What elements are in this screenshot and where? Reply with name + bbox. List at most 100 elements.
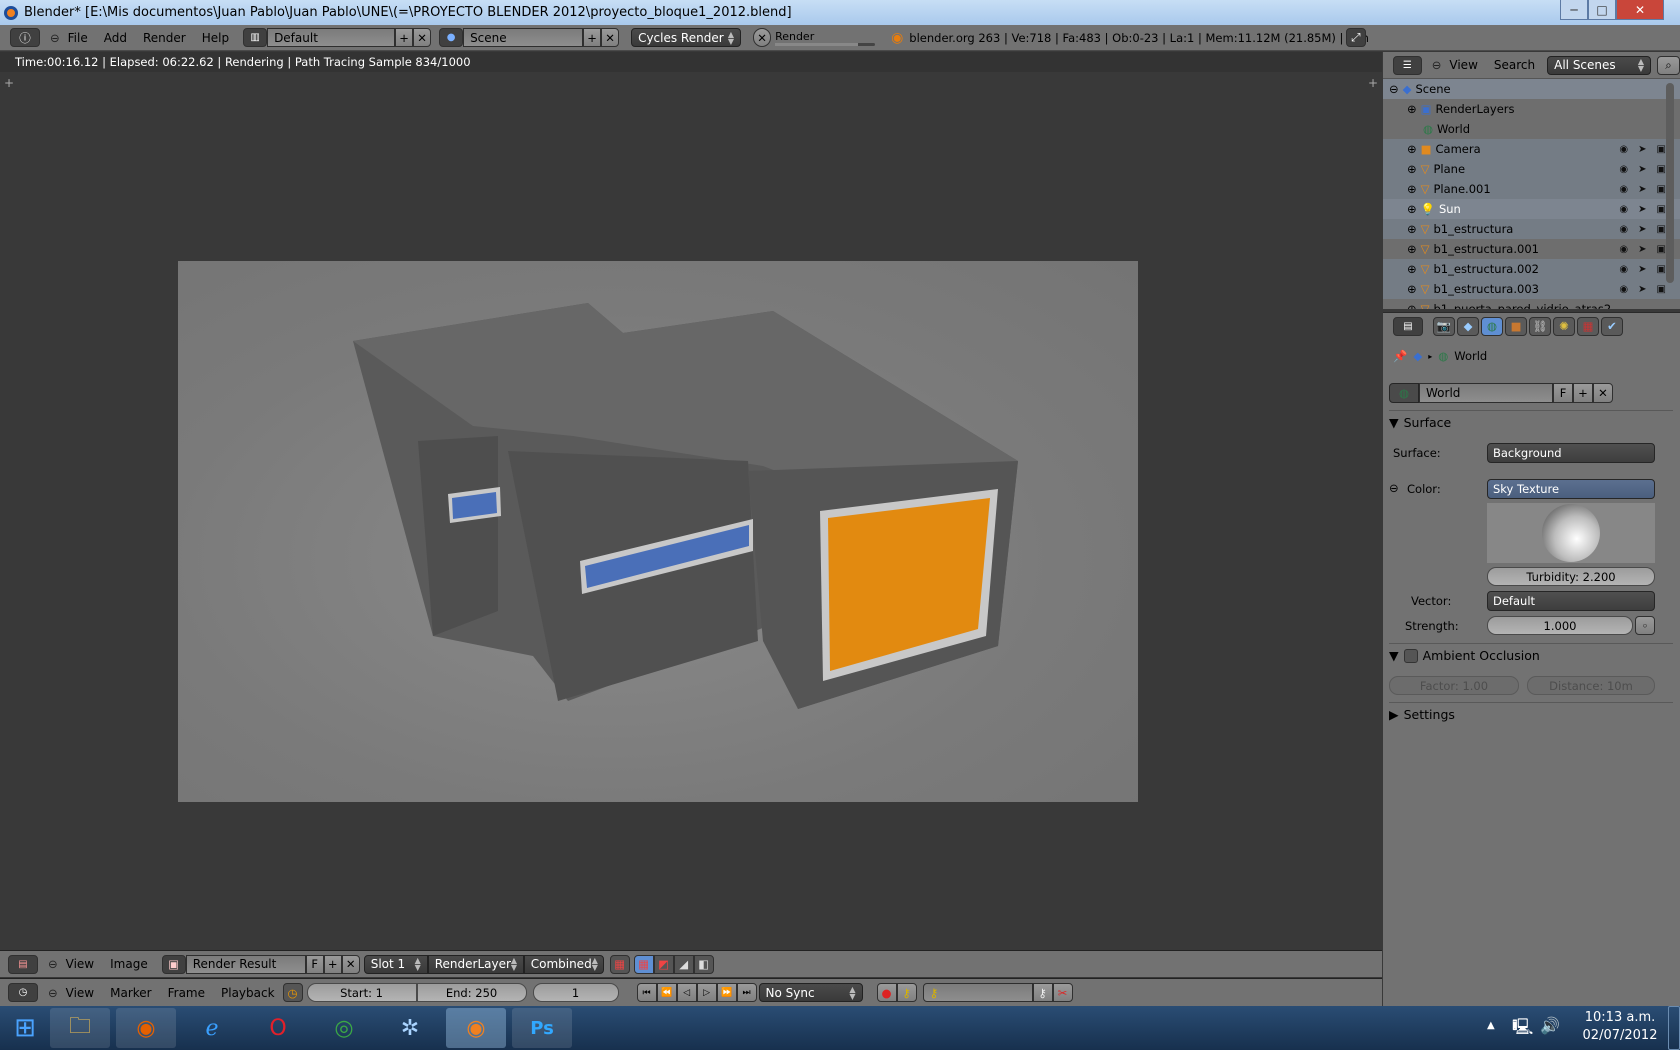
expand-icon[interactable]: ⊕ (1407, 102, 1417, 116)
collapse-menu-icon[interactable]: ⊖ (1432, 58, 1442, 72)
jump-end-icon[interactable]: ⏭ (736, 983, 757, 1002)
world-context-icon[interactable]: ◍ (1481, 316, 1503, 336)
render-pass-dropdown[interactable]: Combined ▲ ▼ (523, 954, 604, 974)
strength-socket-button[interactable]: ◦ (1635, 616, 1655, 635)
expand-icon[interactable]: ⊕ (1407, 202, 1417, 216)
editor-type-timeline-button[interactable]: ◷ (8, 983, 38, 1002)
strength-slider[interactable]: 1.000 (1487, 616, 1633, 635)
outliner-item[interactable]: ⊕ ▽ b1_estructura.001 ◉ ➤ ▣ (1383, 239, 1680, 259)
render-layer-dropdown[interactable]: RenderLayer ▲ ▼ (427, 954, 524, 974)
scene-icon[interactable]: ● (439, 28, 464, 47)
image-fake-user-button[interactable]: F (305, 954, 324, 974)
minimize-button[interactable]: ─ (1560, 0, 1588, 20)
visibility-eye-icon[interactable]: ◉ (1619, 184, 1628, 195)
sun-direction-sphere[interactable] (1542, 504, 1600, 562)
add-scene-button[interactable]: + (583, 28, 602, 47)
object-context-icon[interactable]: ■ (1505, 316, 1527, 336)
outliner-item[interactable]: ⊕ ▽ b1_estructura.002 ◉ ➤ ▣ (1383, 259, 1680, 279)
visibility-eye-icon[interactable]: ◉ (1619, 164, 1628, 175)
renderable-camera-icon[interactable]: ▣ (1657, 264, 1666, 275)
collapse-menu-icon[interactable]: ⊖ (50, 31, 60, 45)
visibility-eye-icon[interactable]: ◉ (1619, 224, 1628, 235)
expand-icon[interactable]: ⊕ (1407, 182, 1417, 196)
outliner-item[interactable]: ⊕ ■ Camera ◉ ➤ ▣ (1383, 139, 1680, 159)
surface-shader-dropdown[interactable]: Background (1487, 443, 1655, 463)
keying-set-icon[interactable]: ⚷ (896, 983, 917, 1002)
fake-user-button[interactable]: F (1553, 383, 1573, 403)
outliner-item[interactable]: ⊕ ▽ b1_estructura.003 ◉ ➤ ▣ (1383, 279, 1680, 299)
taskbar-app-explorer[interactable]: 🗀 (50, 1008, 110, 1048)
taskbar-app-photoshop[interactable]: Ps (512, 1008, 572, 1048)
visibility-eye-icon[interactable]: ◉ (1619, 244, 1628, 255)
renderable-camera-icon[interactable]: ▣ (1657, 204, 1666, 215)
show-desktop-button[interactable] (1668, 1006, 1680, 1050)
outliner-item[interactable]: ⊕ ▣ RenderLayers (1383, 99, 1680, 119)
render-slot-dropdown[interactable]: Slot 1 ▲ ▼ (363, 954, 428, 974)
unlink-world-button[interactable]: ✕ (1593, 383, 1613, 403)
jump-start-icon[interactable]: ⏮ (636, 983, 657, 1002)
collapse-menu-icon[interactable]: ⊖ (48, 957, 58, 971)
selectable-cursor-icon[interactable]: ➤ (1638, 184, 1646, 195)
ao-factor-field[interactable]: Factor: 1.00 (1389, 676, 1519, 695)
pin-icon[interactable]: 📌 (1393, 349, 1407, 363)
sky-direction-widget[interactable] (1487, 503, 1655, 563)
timeline-menu-marker[interactable]: Marker (102, 986, 159, 1000)
renderable-camera-icon[interactable]: ▣ (1657, 224, 1666, 235)
new-world-button[interactable]: + (1573, 383, 1593, 403)
lamp-data-context-icon[interactable]: ✺ (1553, 316, 1575, 336)
outliner-menu-view[interactable]: View (1441, 58, 1485, 72)
outliner-menu-search[interactable]: Search (1486, 58, 1543, 72)
insert-keyframe-icon[interactable]: ⚷ (1032, 983, 1053, 1002)
editor-type-outliner-button[interactable]: ☰ (1393, 55, 1422, 75)
image-browse-icon[interactable]: ▣ (161, 954, 186, 974)
ao-distance-field[interactable]: Distance: 10m (1527, 676, 1655, 695)
outliner-item[interactable]: ⊕ ▽ b1_puerta_pared_vidrio_atras2 (1383, 299, 1680, 309)
timeline-menu-view[interactable]: View (58, 986, 102, 1000)
jump-prev-keyframe-icon[interactable]: ⏪ (656, 983, 677, 1002)
menu-file[interactable]: File (60, 31, 96, 45)
maximize-button[interactable]: □ (1588, 0, 1616, 20)
draw-zbuffer-icon[interactable]: ◢ (673, 954, 694, 974)
taskbar-app-internet-explorer[interactable]: ℯ (182, 1008, 242, 1048)
texture-context-icon[interactable]: ▦ (1577, 316, 1599, 336)
start-frame-field[interactable]: Start: 1 (306, 983, 417, 1002)
expand-icon[interactable]: ⊕ (1407, 302, 1417, 309)
taskbar-app-chrome[interactable]: ◎ (314, 1008, 374, 1048)
visibility-eye-icon[interactable]: ◉ (1619, 284, 1628, 295)
taskbar-app-opera[interactable]: O (248, 1008, 308, 1048)
add-region-icon[interactable]: + (1368, 76, 1378, 90)
preview-range-clock-icon[interactable]: ◷ (282, 983, 303, 1002)
menu-add[interactable]: Add (96, 31, 135, 45)
constraints-context-icon[interactable]: ⛓ (1529, 316, 1551, 336)
surface-panel-header[interactable]: ▼ Surface (1389, 415, 1451, 430)
world-name-field[interactable]: World (1419, 383, 1553, 403)
fullscreen-toggle-button[interactable]: ⤢ (1346, 28, 1366, 47)
renderable-camera-icon[interactable]: ▣ (1657, 244, 1666, 255)
turbidity-slider[interactable]: Turbidity: 2.200 (1487, 567, 1655, 586)
delete-screen-button[interactable]: ✕ (413, 28, 432, 47)
render-engine-dropdown[interactable]: Cycles Render ▲ ▼ (631, 28, 742, 47)
selectable-cursor-icon[interactable]: ➤ (1638, 204, 1646, 215)
image-menu-view[interactable]: View (58, 957, 102, 971)
outliner-item[interactable]: ⊕ ▽ Plane ◉ ➤ ▣ (1383, 159, 1680, 179)
selectable-cursor-icon[interactable]: ➤ (1638, 244, 1646, 255)
taskbar-app-blender[interactable]: ◉ (446, 1008, 506, 1048)
play-reverse-icon[interactable]: ◁ (676, 983, 697, 1002)
timeline-menu-frame[interactable]: Frame (160, 986, 213, 1000)
selectable-cursor-icon[interactable]: ➤ (1638, 284, 1646, 295)
renderable-camera-icon[interactable]: ▣ (1657, 184, 1666, 195)
add-region-left-icon[interactable]: + (4, 76, 14, 90)
draw-image-icon[interactable]: ▦ (609, 954, 630, 974)
expand-icon[interactable]: ⊕ (1407, 242, 1417, 256)
outliner-scrollbar[interactable] (1666, 83, 1674, 283)
screen-layout-icon[interactable]: ▥ (243, 28, 268, 47)
taskbar-clock[interactable]: 10:13 a.m. 02/07/2012 (1575, 1009, 1665, 1045)
collapse-menu-icon[interactable]: ⊖ (48, 986, 58, 1000)
visibility-eye-icon[interactable]: ◉ (1619, 204, 1628, 215)
expand-icon[interactable]: ⊕ (1407, 142, 1417, 156)
outliner-item[interactable]: ⊕ ▽ b1_estructura ◉ ➤ ▣ (1383, 219, 1680, 239)
menu-render[interactable]: Render (135, 31, 194, 45)
active-keying-set-field[interactable]: ⚷ (922, 983, 1033, 1002)
start-button[interactable]: ⊞ (0, 1006, 50, 1050)
ambient-occlusion-panel-header[interactable]: ▼ Ambient Occlusion (1389, 648, 1540, 663)
